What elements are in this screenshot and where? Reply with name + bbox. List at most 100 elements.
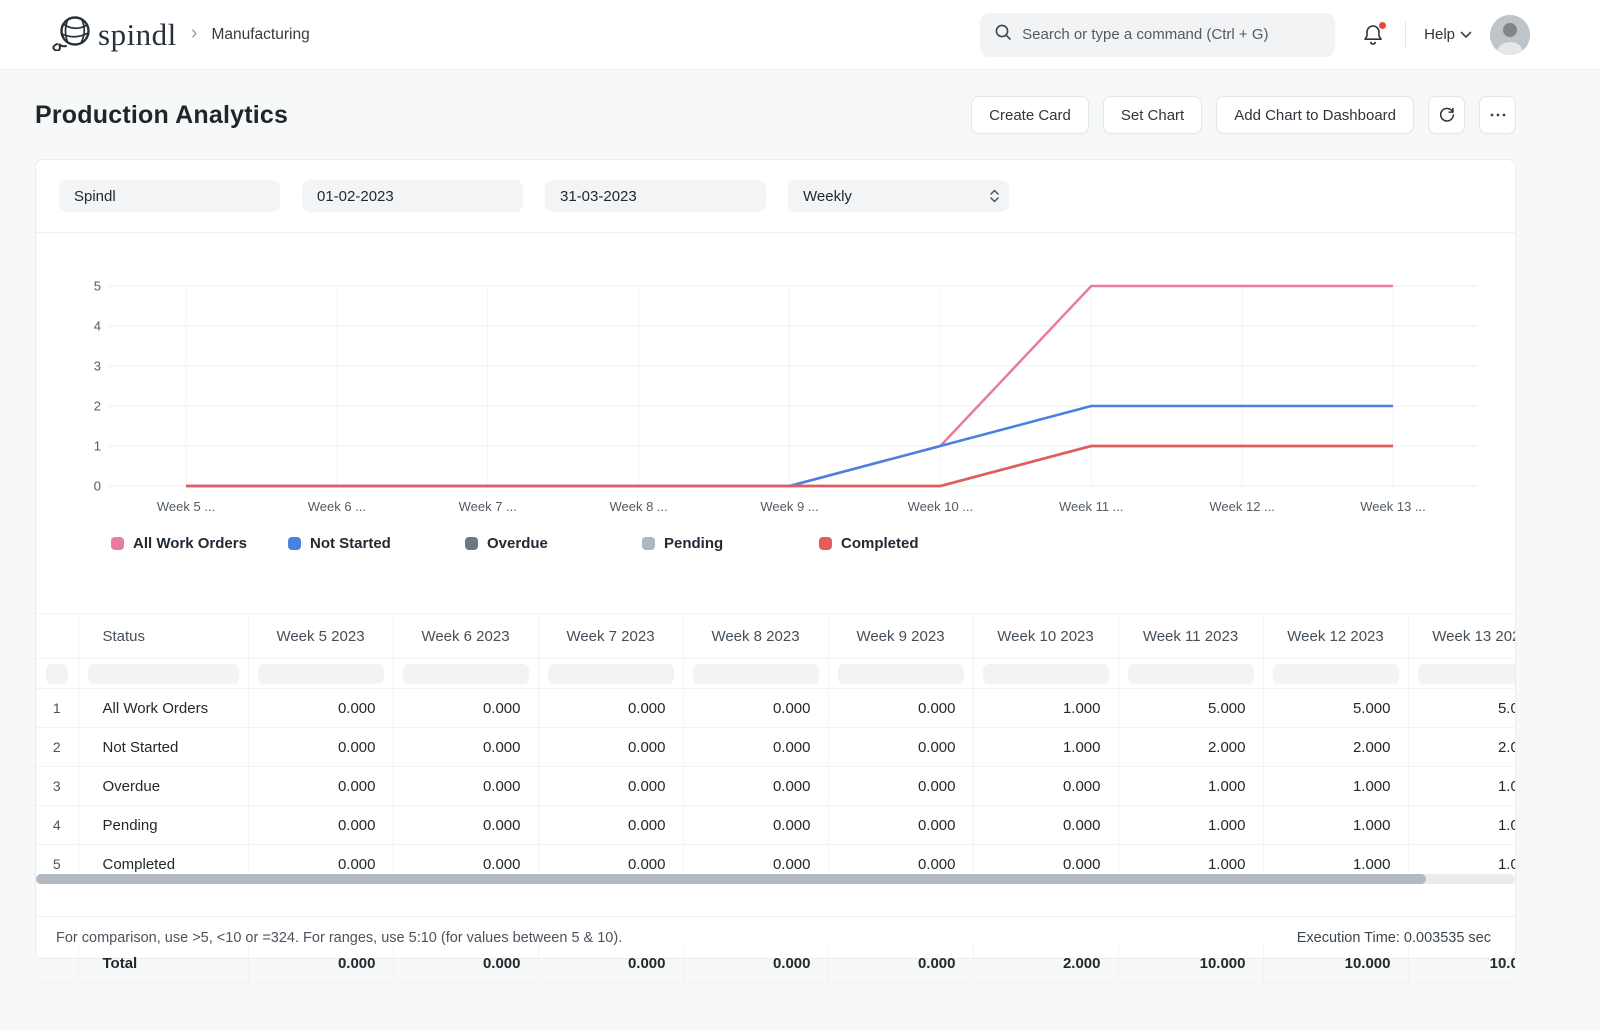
spindl-logo[interactable]: spindl	[48, 13, 177, 56]
value-cell: 0.000	[393, 767, 538, 806]
value-cell: 1.000	[973, 728, 1118, 767]
week-column-header[interactable]: Week 6 2023	[393, 614, 538, 659]
column-filter-input[interactable]	[693, 664, 819, 684]
chart-block: 012345Week 5 ...Week 6 ...Week 7 ...Week…	[36, 271, 1515, 552]
row-index: 1	[36, 689, 78, 728]
legend-label: Pending	[664, 535, 723, 552]
table-row[interactable]: 4Pending0.0000.0000.0000.0000.0000.0001.…	[36, 806, 1515, 845]
status-column-header[interactable]: Status	[78, 614, 248, 659]
from-date-input[interactable]	[302, 180, 523, 212]
company-filter-input[interactable]	[59, 180, 280, 212]
breadcrumb[interactable]: Manufacturing	[211, 26, 309, 44]
value-cell: 5.000	[1118, 689, 1263, 728]
column-filter-input[interactable]	[1128, 664, 1254, 684]
status-cell: Not Started	[78, 728, 248, 767]
week-column-header[interactable]: Week 13 2023	[1408, 614, 1515, 659]
value-cell: 0.000	[828, 689, 973, 728]
scrollbar-thumb[interactable]	[36, 874, 1426, 884]
legend-item-completed[interactable]: Completed	[819, 535, 996, 552]
value-cell: 0.000	[828, 806, 973, 845]
select-updown-icon	[989, 188, 1000, 204]
value-cell: 2.000	[1118, 728, 1263, 767]
filter-cell	[393, 659, 538, 689]
week-column-header[interactable]: Week 8 2023	[683, 614, 828, 659]
column-filter-input[interactable]	[46, 664, 68, 684]
refresh-button[interactable]	[1428, 96, 1465, 134]
page-content: Production Analytics Create Card Set Cha…	[0, 96, 1600, 959]
column-filter-input[interactable]	[983, 664, 1109, 684]
week-column-header[interactable]: Week 11 2023	[1118, 614, 1263, 659]
search-icon	[994, 23, 1012, 46]
help-menu[interactable]: Help	[1424, 26, 1472, 43]
yarn-ball-icon	[48, 13, 92, 56]
horizontal-scrollbar[interactable]	[36, 874, 1515, 884]
to-date-input[interactable]	[545, 180, 766, 212]
value-cell: 1.000	[1263, 767, 1408, 806]
x-axis-label: Week 5 ...	[157, 499, 215, 514]
column-filter-input[interactable]	[838, 664, 964, 684]
notifications-button[interactable]	[1361, 22, 1387, 48]
legend-color-chip	[288, 537, 301, 550]
legend-label: All Work Orders	[133, 535, 247, 552]
breadcrumb-chevron-icon: ›	[191, 23, 198, 46]
column-filter-input[interactable]	[258, 664, 384, 684]
week-column-header[interactable]: Week 9 2023	[828, 614, 973, 659]
legend-item-not-started[interactable]: Not Started	[288, 535, 465, 552]
value-cell: 1.000	[1408, 767, 1515, 806]
legend-color-chip	[111, 537, 124, 550]
row-index: 2	[36, 728, 78, 767]
x-axis-label: Week 8 ...	[609, 499, 667, 514]
user-avatar[interactable]	[1490, 15, 1530, 55]
filter-cell	[973, 659, 1118, 689]
topbar-divider	[1405, 22, 1406, 48]
week-column-header[interactable]: Week 7 2023	[538, 614, 683, 659]
value-cell: 0.000	[538, 728, 683, 767]
table-row[interactable]: 1All Work Orders0.0000.0000.0000.0000.00…	[36, 689, 1515, 728]
frequency-select[interactable]: Weekly	[788, 180, 1009, 212]
set-chart-button[interactable]: Set Chart	[1103, 96, 1202, 134]
legend-item-all-work-orders[interactable]: All Work Orders	[111, 535, 288, 552]
legend-item-overdue[interactable]: Overdue	[465, 535, 642, 552]
create-card-button[interactable]: Create Card	[971, 96, 1089, 134]
top-navigation-bar: spindl › Manufacturing Help	[0, 0, 1600, 70]
week-column-header[interactable]: Week 10 2023	[973, 614, 1118, 659]
filter-cell	[248, 659, 393, 689]
production-chart: 012345Week 5 ...Week 6 ...Week 7 ...Week…	[36, 271, 1515, 521]
legend-label: Not Started	[310, 535, 391, 552]
global-search[interactable]	[980, 13, 1335, 57]
table-row[interactable]: 3Overdue0.0000.0000.0000.0000.0000.0001.…	[36, 767, 1515, 806]
legend-item-pending[interactable]: Pending	[642, 535, 819, 552]
filter-cell	[683, 659, 828, 689]
value-cell: 0.000	[683, 689, 828, 728]
column-filter-row	[36, 659, 1515, 689]
value-cell: 0.000	[538, 806, 683, 845]
x-axis-label: Week 12 ...	[1209, 499, 1275, 514]
value-cell: 2.000	[1408, 728, 1515, 767]
notification-dot	[1379, 22, 1386, 29]
value-cell: 2.000	[1263, 728, 1408, 767]
comparison-hint: For comparison, use >5, <10 or =324. For…	[56, 930, 622, 946]
week-column-header[interactable]: Week 5 2023	[248, 614, 393, 659]
column-filter-input[interactable]	[403, 664, 529, 684]
x-axis-label: Week 11 ...	[1059, 499, 1124, 514]
row-index-header	[36, 614, 78, 659]
table-row[interactable]: 2Not Started0.0000.0000.0000.0000.0001.0…	[36, 728, 1515, 767]
column-filter-input[interactable]	[1273, 664, 1399, 684]
logo-text: spindl	[98, 17, 177, 53]
week-column-header[interactable]: Week 12 2023	[1263, 614, 1408, 659]
table-header-row: StatusWeek 5 2023Week 6 2023Week 7 2023W…	[36, 614, 1515, 659]
value-cell: 5.000	[1263, 689, 1408, 728]
search-input[interactable]	[1022, 26, 1321, 43]
column-filter-input[interactable]	[548, 664, 674, 684]
x-axis-label: Week 9 ...	[760, 499, 818, 514]
more-options-button[interactable]	[1479, 96, 1516, 134]
y-axis-tick: 1	[94, 439, 101, 454]
value-cell: 0.000	[683, 767, 828, 806]
filter-cell	[828, 659, 973, 689]
legend-label: Completed	[841, 535, 919, 552]
add-chart-to-dashboard-button[interactable]: Add Chart to Dashboard	[1216, 96, 1414, 134]
x-axis-label: Week 10 ...	[908, 499, 974, 514]
value-cell: 0.000	[973, 767, 1118, 806]
column-filter-input[interactable]	[88, 664, 239, 684]
column-filter-input[interactable]	[1418, 664, 1516, 684]
